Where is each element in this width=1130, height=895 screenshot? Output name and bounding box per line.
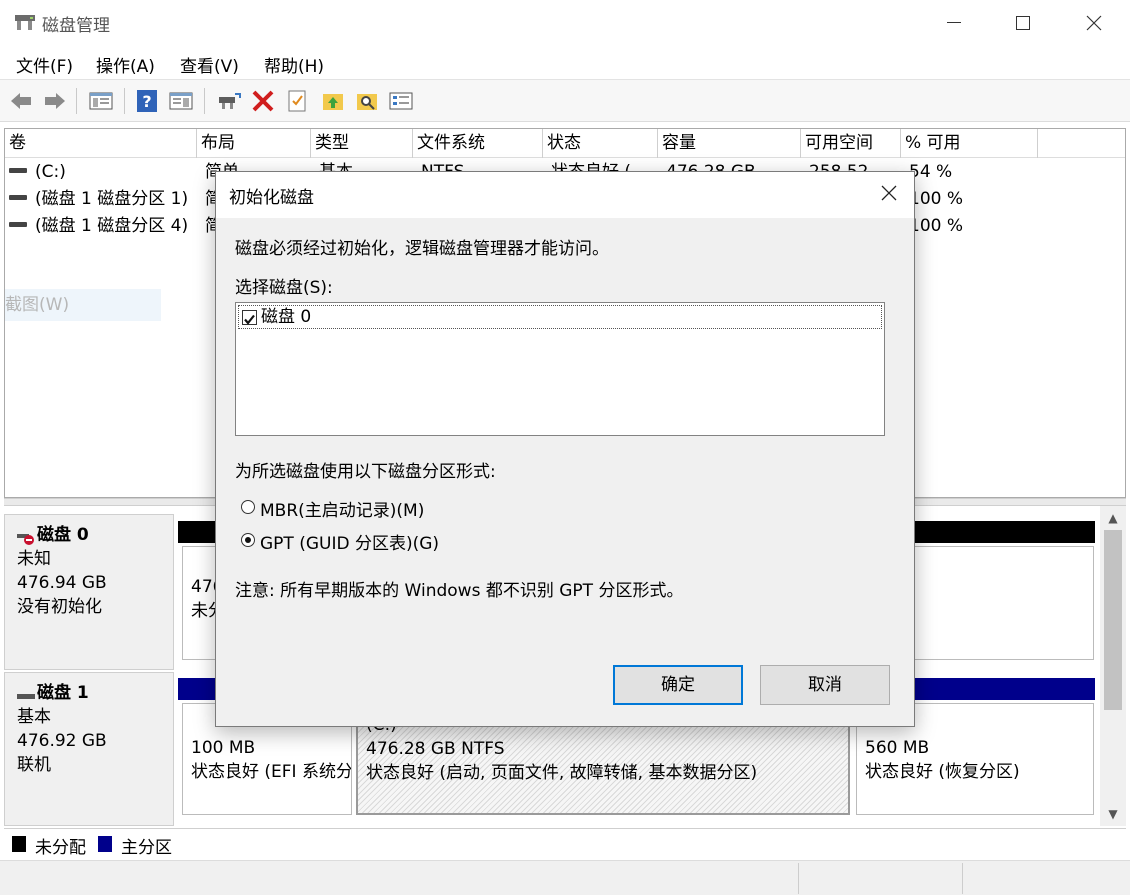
disk-1-label[interactable]: 磁盘 1 基本 476.92 GB 联机 — [4, 672, 174, 826]
disk-0-label[interactable]: 磁盘 0 未知 476.94 GB 没有初始化 — [4, 514, 174, 670]
select-disk-label: 选择磁盘(S): — [235, 278, 333, 298]
svg-text:?: ? — [142, 92, 151, 111]
legend-unallocated-label: 未分配 — [35, 838, 86, 858]
show-hide-console-tree-icon[interactable] — [88, 88, 114, 114]
window-title: 磁盘管理 — [42, 16, 110, 36]
ok-button[interactable]: 确定 — [613, 665, 743, 705]
legend-unallocated-swatch — [12, 836, 26, 852]
scroll-thumb[interactable] — [1104, 530, 1122, 710]
menu-bar: 文件(F) 操作(A) 查看(V) 帮助(H) — [0, 46, 1130, 80]
dialog-close-button[interactable] — [870, 176, 908, 214]
col-filesystem[interactable]: 文件系统 — [413, 129, 543, 158]
scroll-up-icon[interactable]: ▲ — [1100, 508, 1126, 528]
mbr-label[interactable]: MBR(主启动记录)(M) — [260, 496, 424, 521]
volume-icon — [9, 195, 27, 200]
partition-style-label: 为所选磁盘使用以下磁盘分区形式: — [235, 462, 496, 482]
list-item[interactable]: 磁盘 0 — [238, 305, 882, 329]
close-icon — [881, 185, 897, 206]
check-document-icon[interactable] — [284, 88, 310, 114]
legend-primary-label: 主分区 — [121, 838, 172, 858]
checklist-icon[interactable] — [388, 88, 414, 114]
close-button[interactable] — [1058, 0, 1130, 46]
connect-disk-icon[interactable] — [216, 88, 242, 114]
menu-file[interactable]: 文件(F) — [16, 52, 73, 77]
menu-help[interactable]: 帮助(H) — [264, 52, 324, 77]
uninitialized-disk-icon — [17, 529, 35, 545]
status-bar — [0, 860, 1130, 895]
cancel-button[interactable]: 取消 — [760, 665, 890, 705]
disk-checkbox[interactable] — [242, 310, 257, 325]
menu-view[interactable]: 查看(V) — [180, 52, 239, 77]
title-bar: 磁盘管理 — [0, 0, 1130, 46]
mbr-radio[interactable] — [241, 500, 255, 514]
col-status[interactable]: 状态 — [543, 129, 658, 158]
col-layout[interactable]: 布局 — [197, 129, 311, 158]
col-type[interactable]: 类型 — [311, 129, 413, 158]
dialog-title: 初始化磁盘 — [229, 188, 314, 208]
menu-action[interactable]: 操作(A) — [96, 52, 155, 77]
col-volume[interactable]: 卷 — [5, 129, 197, 158]
disk-management-icon — [14, 12, 36, 32]
disk-listbox[interactable]: 磁盘 0 — [235, 302, 885, 436]
help-icon[interactable]: ? — [134, 88, 160, 114]
volume-icon — [9, 222, 27, 227]
gpt-radio[interactable] — [241, 533, 255, 547]
maximize-button[interactable] — [987, 0, 1059, 46]
col-free-space[interactable]: 可用空间 — [801, 129, 901, 158]
vertical-scrollbar[interactable]: ▲ ▼ — [1100, 506, 1126, 826]
properties-view-icon[interactable] — [168, 88, 194, 114]
dialog-intro: 磁盘必须经过初始化，逻辑磁盘管理器才能访问。 — [235, 239, 609, 259]
disk-item-label: 磁盘 0 — [261, 307, 312, 327]
volume-list-header: 卷 布局 类型 文件系统 状态 容量 可用空间 % 可用 — [5, 129, 1125, 158]
search-folder-icon[interactable] — [354, 88, 380, 114]
faded-menu-item: 截图(W) — [5, 289, 161, 321]
disk-icon — [17, 687, 35, 699]
col-percent-free[interactable]: % 可用 — [901, 129, 1038, 158]
forward-icon[interactable] — [42, 88, 68, 114]
initialize-disk-dialog: 初始化磁盘 磁盘必须经过初始化，逻辑磁盘管理器才能访问。 选择磁盘(S): 磁盘… — [215, 171, 915, 727]
back-icon[interactable] — [8, 88, 34, 114]
legend-primary-swatch — [98, 836, 112, 852]
up-folder-icon[interactable] — [320, 88, 346, 114]
col-capacity[interactable]: 容量 — [658, 129, 801, 158]
gpt-label[interactable]: GPT (GUID 分区表)(G) — [260, 529, 439, 554]
delete-icon[interactable] — [250, 88, 276, 114]
legend: 未分配 主分区 — [4, 828, 1126, 858]
gpt-note: 注意: 所有早期版本的 Windows 都不识别 GPT 分区形式。 — [235, 581, 684, 601]
volume-icon — [9, 168, 27, 173]
scroll-down-icon[interactable]: ▼ — [1100, 804, 1126, 824]
minimize-button[interactable] — [918, 0, 990, 46]
toolbar: ? — [0, 80, 1130, 122]
dialog-title-bar: 初始化磁盘 — [216, 172, 914, 218]
